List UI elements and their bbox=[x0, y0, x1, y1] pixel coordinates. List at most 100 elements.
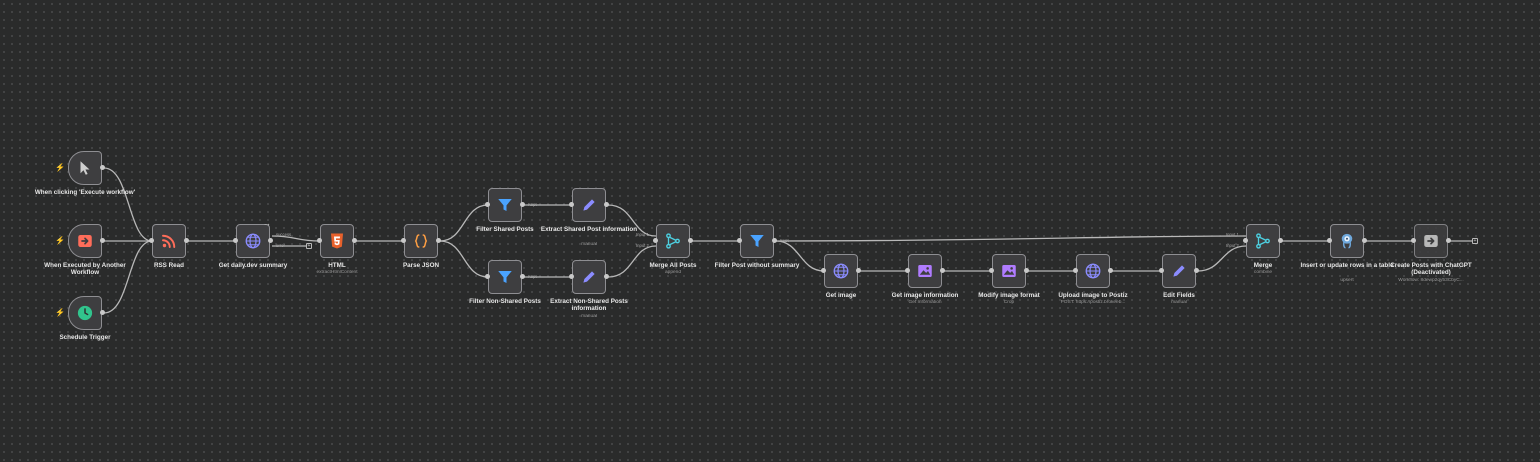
output-handle[interactable] bbox=[856, 268, 861, 273]
trigger-bolt-icon: ⚡ bbox=[55, 308, 65, 317]
node-filternon[interactable] bbox=[488, 260, 522, 294]
add-node-end-button[interactable]: + bbox=[1472, 238, 1478, 244]
merge-icon bbox=[664, 232, 682, 250]
node-label: Extract Shared Post information bbox=[540, 226, 638, 233]
port-label: Kept bbox=[528, 274, 537, 279]
clock-icon bbox=[76, 304, 94, 322]
filter-icon bbox=[496, 196, 514, 214]
postgres-icon bbox=[1338, 232, 1356, 250]
cursor-icon bbox=[76, 159, 94, 177]
port-label: error bbox=[276, 243, 285, 248]
input-handle[interactable] bbox=[569, 274, 574, 279]
node-label: Edit Fields bbox=[1163, 292, 1195, 299]
node-parse[interactable] bbox=[404, 224, 438, 258]
output-handle[interactable] bbox=[436, 238, 441, 243]
input-handle[interactable] bbox=[989, 268, 994, 273]
pencil-icon bbox=[580, 196, 598, 214]
connection bbox=[775, 235, 1247, 242]
node-schedule[interactable] bbox=[68, 296, 102, 330]
add-node-error-button[interactable]: + bbox=[306, 243, 312, 249]
node-label: Create Posts with ChatGPT (Deactivated) bbox=[1390, 262, 1472, 277]
output-handle[interactable] bbox=[1194, 268, 1199, 273]
input-handle[interactable] bbox=[821, 268, 826, 273]
braces-icon bbox=[412, 232, 430, 250]
node-subtitle: combine bbox=[1253, 270, 1273, 276]
input-handle[interactable] bbox=[1243, 238, 1248, 243]
output-handle[interactable] bbox=[268, 238, 273, 243]
node-modify[interactable] bbox=[992, 254, 1026, 288]
node-label: When clicking 'Execute workflow' bbox=[34, 189, 136, 196]
input-handle[interactable] bbox=[653, 238, 658, 243]
input-handle[interactable] bbox=[1073, 268, 1078, 273]
node-getdaily[interactable] bbox=[236, 224, 270, 258]
output-handle[interactable] bbox=[100, 310, 105, 315]
globe-icon bbox=[1084, 262, 1102, 280]
input-handle[interactable] bbox=[569, 202, 574, 207]
output-handle[interactable] bbox=[184, 238, 189, 243]
output-handle[interactable] bbox=[100, 238, 105, 243]
output-handle[interactable] bbox=[1278, 238, 1283, 243]
node-label: Parse JSON bbox=[402, 262, 440, 269]
node-rss[interactable] bbox=[152, 224, 186, 258]
trigger-bolt-icon: ⚡ bbox=[55, 236, 65, 245]
input-handle[interactable] bbox=[1159, 268, 1164, 273]
port-label: Kept bbox=[528, 202, 537, 207]
node-getimage[interactable] bbox=[824, 254, 858, 288]
node-filtershared[interactable] bbox=[488, 188, 522, 222]
node-mergeall[interactable] bbox=[656, 224, 690, 258]
output-handle[interactable] bbox=[940, 268, 945, 273]
filter-icon bbox=[496, 268, 514, 286]
node-merge[interactable] bbox=[1246, 224, 1280, 258]
output-handle[interactable] bbox=[1362, 238, 1367, 243]
input-handle[interactable] bbox=[401, 238, 406, 243]
input-handle[interactable] bbox=[485, 202, 490, 207]
output-handle[interactable] bbox=[1024, 268, 1029, 273]
output-handle[interactable] bbox=[1108, 268, 1113, 273]
node-filterpost[interactable] bbox=[740, 224, 774, 258]
output-handle[interactable] bbox=[352, 238, 357, 243]
rss-icon bbox=[160, 232, 178, 250]
output-handle[interactable] bbox=[604, 202, 609, 207]
node-extractshared[interactable] bbox=[572, 188, 606, 222]
node-label: Extract Non-Shared Posts information bbox=[550, 298, 628, 313]
node-html[interactable] bbox=[320, 224, 354, 258]
node-manual[interactable] bbox=[68, 151, 102, 185]
connection bbox=[103, 167, 153, 242]
node-extractnon[interactable] bbox=[572, 260, 606, 294]
connection bbox=[439, 204, 489, 242]
input-handle[interactable] bbox=[1411, 238, 1416, 243]
output-handle[interactable] bbox=[520, 274, 525, 279]
workflow-canvas[interactable]: When clicking 'Execute workflow' ⚡ When Ex… bbox=[0, 0, 1540, 462]
pencil-icon bbox=[580, 268, 598, 286]
node-exec[interactable] bbox=[68, 224, 102, 258]
globe-icon bbox=[244, 232, 262, 250]
input-handle[interactable] bbox=[905, 268, 910, 273]
output-handle[interactable] bbox=[688, 238, 693, 243]
input-handle[interactable] bbox=[1327, 238, 1332, 243]
filter-icon bbox=[748, 232, 766, 250]
node-imginfo[interactable] bbox=[908, 254, 942, 288]
node-subtitle: Workflow: 8dewp2qy53CbyC... bbox=[1398, 277, 1464, 283]
input-handle[interactable] bbox=[149, 238, 154, 243]
output-handle[interactable] bbox=[772, 238, 777, 243]
port-label: Input 1 bbox=[1226, 232, 1239, 237]
node-subtitle: extractHtmlContent bbox=[316, 270, 358, 276]
output-handle[interactable] bbox=[520, 202, 525, 207]
port-label: Input 2 bbox=[636, 243, 649, 248]
pencil-icon bbox=[1170, 262, 1188, 280]
port-label: Input 1 bbox=[636, 232, 649, 237]
node-subtitle: manual bbox=[581, 313, 597, 319]
image-icon bbox=[1000, 262, 1018, 280]
node-create[interactable] bbox=[1414, 224, 1448, 258]
node-insert[interactable] bbox=[1330, 224, 1364, 258]
input-handle[interactable] bbox=[317, 238, 322, 243]
output-handle[interactable] bbox=[604, 274, 609, 279]
output-handle[interactable] bbox=[1446, 238, 1451, 243]
input-handle[interactable] bbox=[233, 238, 238, 243]
image-icon bbox=[916, 262, 934, 280]
input-handle[interactable] bbox=[737, 238, 742, 243]
node-upload[interactable] bbox=[1076, 254, 1110, 288]
node-edit[interactable] bbox=[1162, 254, 1196, 288]
input-handle[interactable] bbox=[485, 274, 490, 279]
output-handle[interactable] bbox=[100, 165, 105, 170]
